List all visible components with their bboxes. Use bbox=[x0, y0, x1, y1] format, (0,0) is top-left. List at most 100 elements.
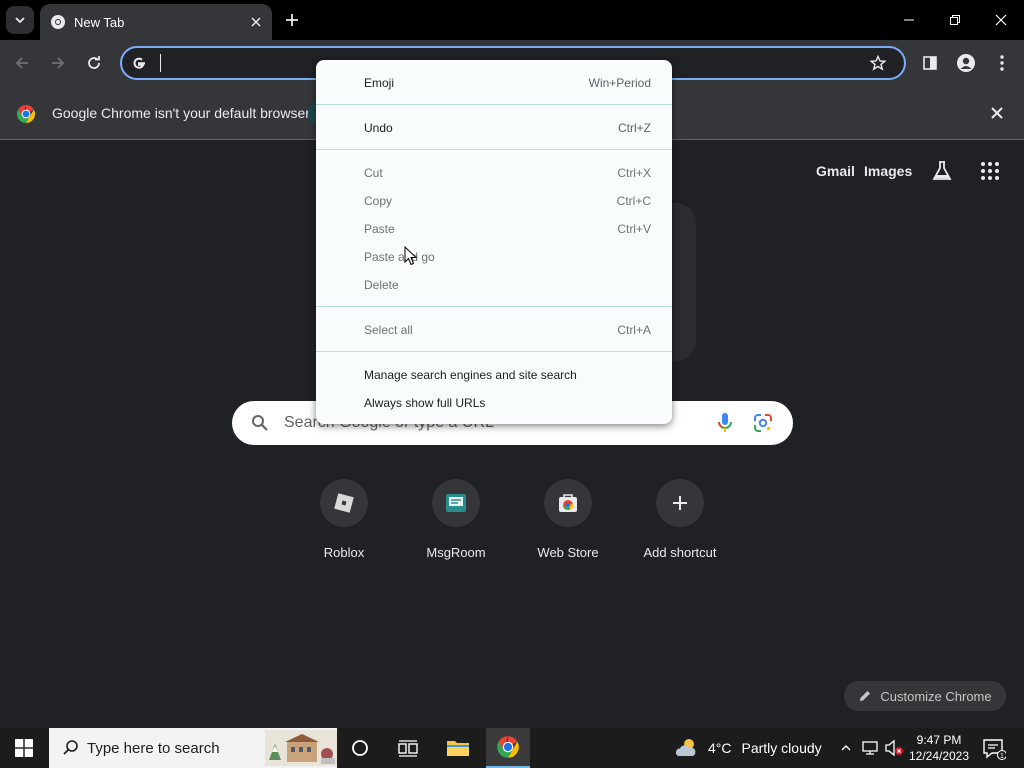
chrome-taskbar-button[interactable] bbox=[486, 728, 530, 768]
weather-description: Partly cloudy bbox=[741, 740, 822, 756]
volume-button[interactable] bbox=[884, 738, 904, 758]
minimize-icon bbox=[904, 19, 914, 21]
arrow-right-icon bbox=[52, 57, 65, 69]
web-store-icon bbox=[559, 494, 577, 512]
tab-title: New Tab bbox=[74, 14, 125, 30]
profile-button[interactable] bbox=[952, 49, 980, 77]
menu-item-shortcut: Ctrl+X bbox=[617, 166, 651, 180]
shortcut-label: MsgRoom bbox=[426, 545, 486, 560]
menu-item-label: Select all bbox=[364, 323, 413, 337]
plus-icon bbox=[286, 14, 298, 26]
shortcut-label: Roblox bbox=[323, 545, 365, 560]
restore-button[interactable] bbox=[940, 6, 970, 34]
menu-item-shortcut: Ctrl+A bbox=[617, 323, 651, 337]
task-view-icon bbox=[398, 740, 418, 757]
windows-logo-icon bbox=[15, 739, 33, 757]
taskbar-search-box[interactable]: Type here to search bbox=[49, 728, 337, 768]
voice-search-button[interactable] bbox=[713, 411, 737, 435]
shortcut-roblox[interactable]: Roblox bbox=[288, 477, 400, 567]
menu-item-emoji[interactable]: Emoji Win+Period bbox=[316, 69, 672, 97]
menu-item-shortcut: Ctrl+Z bbox=[618, 121, 651, 135]
taskbar-search-placeholder: Type here to search bbox=[87, 739, 220, 757]
notification-icon: 1 bbox=[983, 739, 1007, 760]
infobar-close-button[interactable] bbox=[988, 104, 1006, 122]
weather-widget[interactable]: 4°C Partly cloudy bbox=[674, 736, 822, 760]
roblox-icon bbox=[334, 493, 354, 513]
chrome-logo-icon bbox=[16, 105, 36, 123]
menu-item-label: Paste and go bbox=[364, 250, 435, 264]
menu-item-undo[interactable]: Undo Ctrl+Z bbox=[316, 114, 672, 142]
shortcut-icon-tile bbox=[656, 479, 704, 527]
chevron-up-icon bbox=[841, 745, 851, 751]
menu-item-label: Paste bbox=[364, 222, 395, 236]
side-panel-button[interactable] bbox=[916, 49, 944, 77]
chrome-tab-icon bbox=[51, 15, 65, 29]
google-lens-button[interactable] bbox=[751, 411, 775, 435]
flask-icon bbox=[932, 161, 952, 180]
labs-button[interactable] bbox=[930, 159, 954, 183]
notification-center-button[interactable]: 1 bbox=[982, 738, 1007, 760]
side-panel-icon bbox=[923, 56, 937, 70]
network-button[interactable] bbox=[861, 738, 881, 758]
shortcut-msgroom[interactable]: MsgRoom bbox=[400, 477, 512, 567]
menu-item-shortcut: Ctrl+V bbox=[617, 222, 651, 236]
new-tab-button[interactable] bbox=[280, 8, 304, 32]
apps-grid-icon bbox=[981, 162, 999, 180]
start-button[interactable] bbox=[8, 736, 40, 760]
star-icon bbox=[870, 55, 886, 71]
tab-close-button[interactable] bbox=[246, 12, 266, 32]
lens-icon bbox=[754, 414, 772, 432]
forward-button[interactable] bbox=[44, 49, 72, 77]
cortana-button[interactable] bbox=[338, 728, 382, 768]
chrome-logo-icon bbox=[497, 736, 519, 758]
menu-separator bbox=[316, 351, 672, 352]
gmail-link[interactable]: Gmail bbox=[816, 163, 855, 179]
images-link[interactable]: Images bbox=[864, 163, 912, 179]
partly-cloudy-icon bbox=[675, 739, 696, 756]
menu-item-cut[interactable]: Cut Ctrl+X bbox=[316, 159, 672, 187]
menu-item-delete[interactable]: Delete bbox=[316, 271, 672, 299]
menu-item-manage-search-engines[interactable]: Manage search engines and site search bbox=[316, 361, 672, 389]
search-highlight-illustration bbox=[265, 730, 337, 766]
menu-item-label: Manage search engines and site search bbox=[364, 368, 577, 382]
menu-item-label: Delete bbox=[364, 278, 399, 292]
menu-item-copy[interactable]: Copy Ctrl+C bbox=[316, 187, 672, 215]
tab-new-tab[interactable]: New Tab bbox=[40, 4, 272, 40]
menu-item-paste[interactable]: Paste Ctrl+V bbox=[316, 215, 672, 243]
restore-icon bbox=[950, 15, 960, 25]
bookmark-star-button[interactable] bbox=[866, 51, 890, 75]
windows-taskbar: Type here to search 4°C Partly cloudy 9:… bbox=[0, 728, 1024, 768]
shortcut-label: Web Store bbox=[537, 545, 599, 560]
profile-icon bbox=[957, 54, 975, 72]
task-view-button[interactable] bbox=[386, 728, 430, 768]
chrome-menu-button[interactable] bbox=[988, 49, 1016, 77]
chevron-down-icon bbox=[15, 17, 25, 24]
shortcut-web-store[interactable]: Web Store bbox=[512, 477, 624, 567]
minimize-button[interactable] bbox=[894, 6, 924, 34]
clock-date: 12/24/2023 bbox=[908, 749, 970, 763]
menu-item-select-all[interactable]: Select all Ctrl+A bbox=[316, 316, 672, 344]
taskbar-clock[interactable]: 9:47 PM 12/24/2023 bbox=[906, 732, 972, 764]
tab-search-button[interactable] bbox=[6, 6, 34, 34]
shortcut-label: Add shortcut bbox=[643, 545, 717, 560]
close-window-button[interactable] bbox=[986, 6, 1016, 34]
google-g-icon bbox=[130, 54, 148, 72]
add-shortcut-button[interactable]: Add shortcut bbox=[624, 477, 736, 567]
menu-item-paste-and-go[interactable]: Paste and go bbox=[316, 243, 672, 271]
back-button[interactable] bbox=[8, 49, 36, 77]
arrow-left-icon bbox=[15, 57, 28, 69]
shortcut-icon-tile bbox=[432, 479, 480, 527]
network-icon bbox=[862, 741, 878, 755]
kebab-menu-icon bbox=[1000, 55, 1004, 71]
reload-button[interactable] bbox=[80, 49, 108, 77]
file-explorer-button[interactable] bbox=[436, 728, 480, 768]
customize-chrome-button[interactable]: Customize Chrome bbox=[844, 681, 1006, 711]
show-hidden-icons-button[interactable] bbox=[836, 738, 856, 758]
text-caret bbox=[160, 54, 161, 72]
apps-button[interactable] bbox=[980, 161, 1000, 181]
clock-time: 9:47 PM bbox=[916, 733, 962, 747]
search-icon bbox=[61, 738, 81, 758]
menu-item-always-show-full-urls[interactable]: Always show full URLs bbox=[316, 389, 672, 417]
infobar-message: Google Chrome isn't your default browser bbox=[52, 105, 310, 121]
menu-item-shortcut: Ctrl+C bbox=[616, 194, 651, 208]
